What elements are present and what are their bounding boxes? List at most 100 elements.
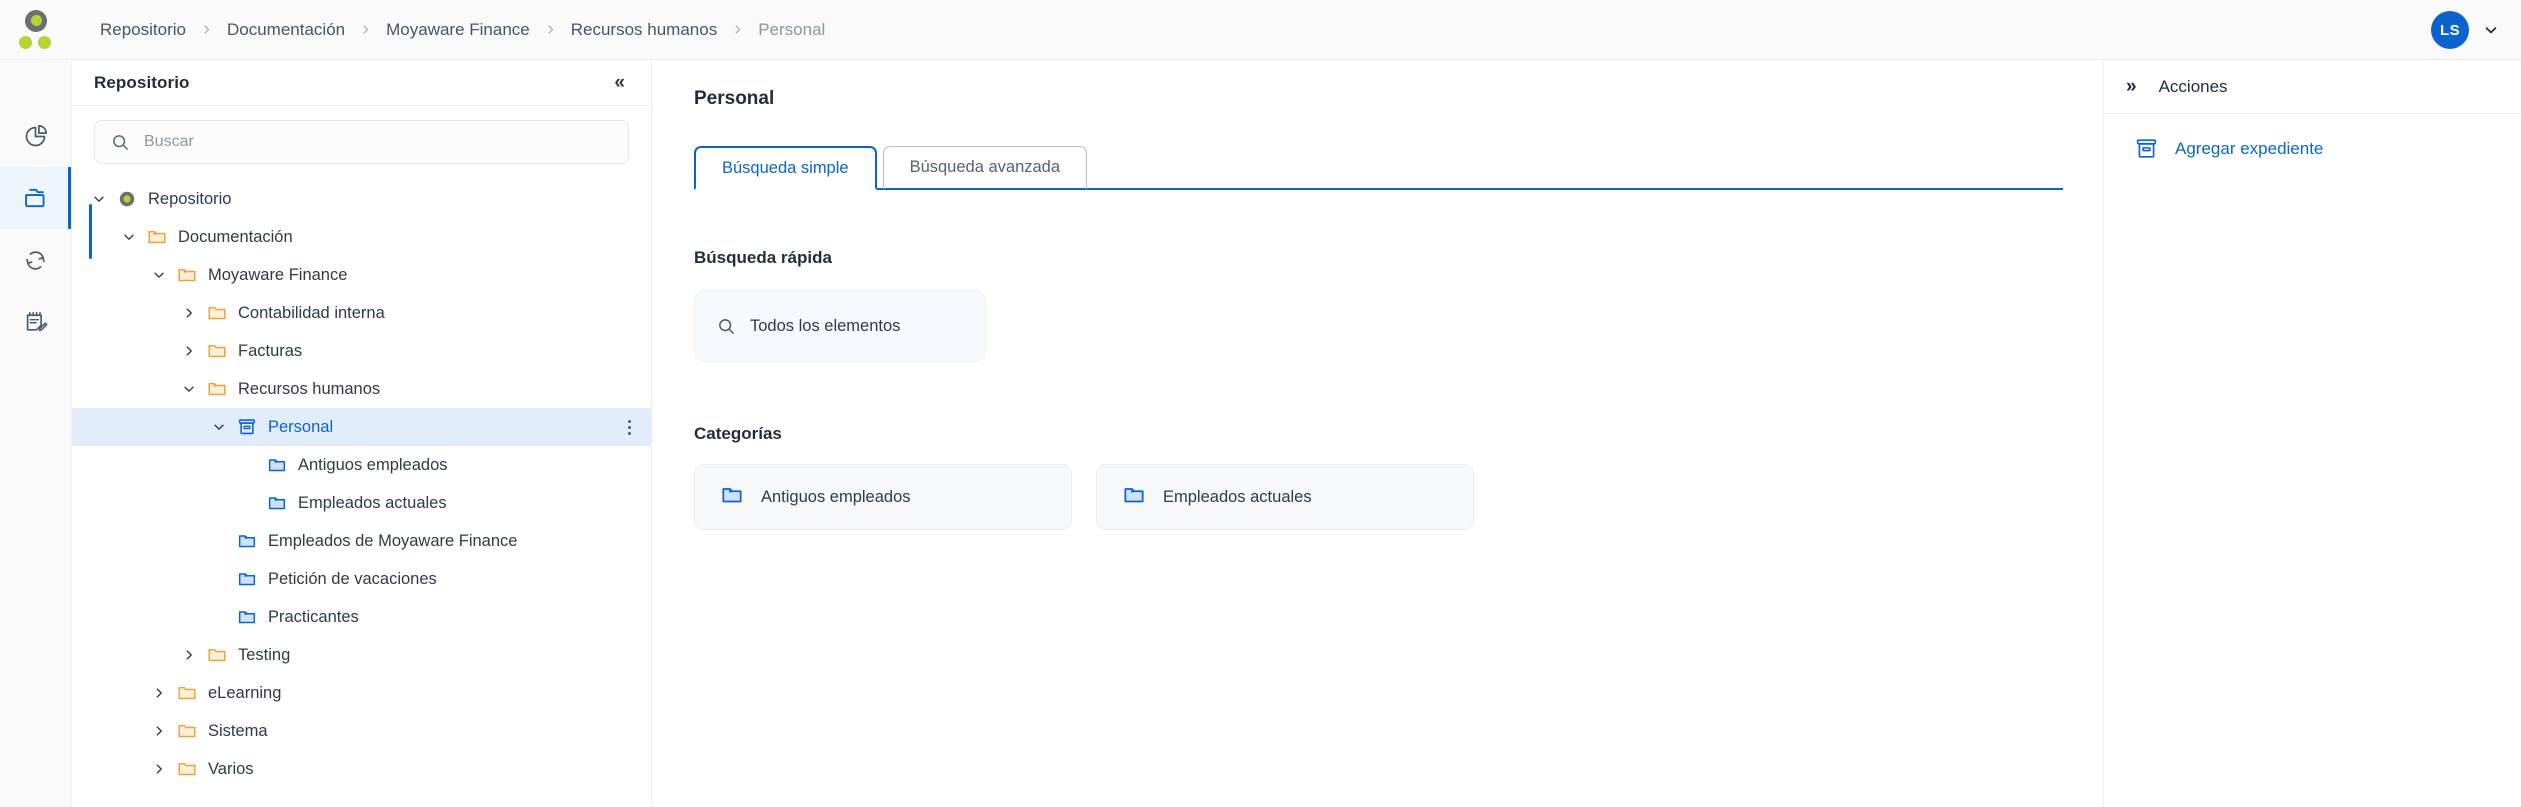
category-folder-icon (1121, 482, 1147, 513)
category-folder-icon (232, 568, 262, 590)
tree-item-label: Personal (268, 417, 334, 436)
action-label: Agregar expediente (2175, 138, 2324, 158)
tree-item-moyaware-finance[interactable]: Moyaware Finance (72, 256, 651, 294)
folder-open-icon (172, 264, 202, 286)
categories-row: Antiguos empleados Empleados actuales (694, 464, 2063, 530)
actions-title: Acciones (2158, 76, 2228, 96)
folder-icon (172, 758, 202, 780)
breadcrumb-item-repositorio[interactable]: Repositorio (98, 18, 188, 42)
chevron-down-icon[interactable] (86, 192, 112, 206)
top-bar-right: LS (2431, 0, 2499, 60)
collapse-sidebar-button[interactable]: « (610, 71, 629, 94)
app-root: Repositorio Documentación Moyaware Finan… (0, 0, 2521, 807)
body: Repositorio « Repositorio Documentación Mo… (0, 60, 2521, 807)
chevron-down-icon[interactable] (2483, 22, 2499, 38)
tree-item-label: Testing (238, 645, 291, 664)
tree-item-label: Repositorio (148, 189, 232, 208)
category-card-label: Empleados actuales (1163, 487, 1312, 506)
chevron-right-icon[interactable] (176, 344, 202, 358)
quick-search-section: Búsqueda rápida Todos los elementos (694, 248, 2063, 362)
chevron-down-icon[interactable] (206, 420, 232, 434)
main-content: Personal Búsqueda simple Búsqueda avanzad… (652, 60, 2103, 807)
chevron-down-icon[interactable] (176, 382, 202, 396)
tree-item-label: eLearning (208, 683, 282, 702)
quick-search-all-items-card[interactable]: Todos los elementos (694, 290, 986, 362)
tree-item-more-menu-icon[interactable] (624, 414, 635, 441)
tree-item-practicantes[interactable]: Practicantes (72, 598, 651, 636)
tree-item-recursos-humanos[interactable]: Recursos humanos (72, 370, 651, 408)
rail-item-repository[interactable] (0, 167, 71, 229)
tree-item-sistema[interactable]: Sistema (72, 712, 651, 750)
tree-item-empleados-actuales[interactable]: Empleados actuales (72, 484, 651, 522)
breadcrumb-item-moyaware-finance[interactable]: Moyaware Finance (384, 18, 532, 42)
actions-panel: » Acciones Agregar expediente (2103, 60, 2521, 807)
tree-item-elearning[interactable]: eLearning (72, 674, 651, 712)
tree-item-contabilidad-interna[interactable]: Contabilidad interna (72, 294, 651, 332)
icon-rail (0, 60, 72, 807)
chevron-right-icon[interactable] (146, 762, 172, 776)
sidebar-title: Repositorio (94, 72, 190, 92)
tree-item-varios[interactable]: Varios (72, 750, 651, 788)
tree-item-testing[interactable]: Testing (72, 636, 651, 674)
category-folder-icon (719, 482, 745, 513)
pie-chart-icon (22, 123, 49, 150)
tree-item-repositorio[interactable]: Repositorio (72, 180, 651, 218)
chevron-right-icon[interactable] (146, 724, 172, 738)
chevron-right-icon (732, 24, 743, 35)
chevron-right-icon[interactable] (146, 686, 172, 700)
repository-sidebar: Repositorio « Repositorio Documentación Mo… (72, 60, 652, 807)
tree-item-facturas[interactable]: Facturas (72, 332, 651, 370)
category-card-empleados-actuales[interactable]: Empleados actuales (1096, 464, 1474, 530)
quick-search-heading: Búsqueda rápida (694, 248, 832, 267)
categories-section: Categorías Antiguos empleados Empleados … (694, 424, 2063, 530)
quick-search-all-items-label: Todos los elementos (750, 316, 901, 335)
category-card-antiguos-empleados[interactable]: Antiguos empleados (694, 464, 1072, 530)
action-agregar-expediente[interactable]: Agregar expediente (2104, 114, 2521, 161)
folder-icon (202, 340, 232, 362)
tree-item-label: Documentación (178, 227, 293, 246)
chevron-down-icon[interactable] (116, 230, 142, 244)
breadcrumb-item-recursos-humanos[interactable]: Recursos humanos (569, 18, 719, 42)
avatar[interactable]: LS (2431, 11, 2469, 49)
tree-item-petici-n-de-vacaciones[interactable]: Petición de vacaciones (72, 560, 651, 598)
breadcrumb: Repositorio Documentación Moyaware Finan… (98, 18, 827, 42)
categories-heading: Categorías (694, 424, 782, 443)
tree-item-label: Varios (208, 759, 254, 778)
moyaware-logo-icon (16, 9, 56, 51)
expand-actions-button[interactable]: » (2126, 77, 2137, 96)
chevron-right-icon (201, 24, 212, 35)
tree-item-empleados-de-moyaware-finance[interactable]: Empleados de Moyaware Finance (72, 522, 651, 560)
tree-item-antiguos-empleados[interactable]: Antiguos empleados (72, 446, 651, 484)
rail-item-dashboard[interactable] (0, 105, 71, 167)
rail-item-workflow[interactable] (0, 229, 71, 291)
tree-item-label: Antiguos empleados (298, 455, 448, 474)
repository-root-icon (112, 189, 142, 209)
page-title: Personal (694, 88, 775, 109)
sidebar-search-box[interactable] (94, 120, 629, 164)
sidebar-search-wrap (72, 106, 651, 174)
sidebar-header: Repositorio « (72, 60, 651, 106)
folder-open-icon (142, 226, 172, 248)
logo-wrap[interactable] (0, 0, 72, 60)
breadcrumb-item-personal: Personal (758, 19, 826, 39)
tab-busqueda-avanzada[interactable]: Búsqueda avanzada (882, 146, 1088, 190)
repository-tree: Repositorio Documentación Moyaware Finance… (72, 174, 651, 807)
tab-busqueda-simple[interactable]: Búsqueda simple (694, 146, 877, 190)
tree-item-label: Practicantes (268, 607, 359, 626)
notepad-edit-icon (22, 309, 49, 336)
chevron-right-icon (545, 24, 556, 35)
search-input[interactable] (142, 132, 612, 152)
breadcrumb-item-documentacion[interactable]: Documentación (225, 18, 347, 42)
category-card-label: Antiguos empleados (761, 487, 911, 506)
chevron-right-icon[interactable] (176, 648, 202, 662)
chevron-right-icon (360, 24, 371, 35)
rail-item-tasks[interactable] (0, 291, 71, 353)
folder-icon (22, 184, 50, 212)
chevron-right-icon[interactable] (176, 306, 202, 320)
dossier-add-icon (2134, 136, 2159, 161)
chevron-down-icon[interactable] (146, 268, 172, 282)
tree-item-label: Sistema (208, 721, 268, 740)
tree-item-personal[interactable]: Personal (72, 408, 651, 446)
tree-item-documentaci-n[interactable]: Documentación (72, 218, 651, 256)
folder-icon (172, 720, 202, 742)
